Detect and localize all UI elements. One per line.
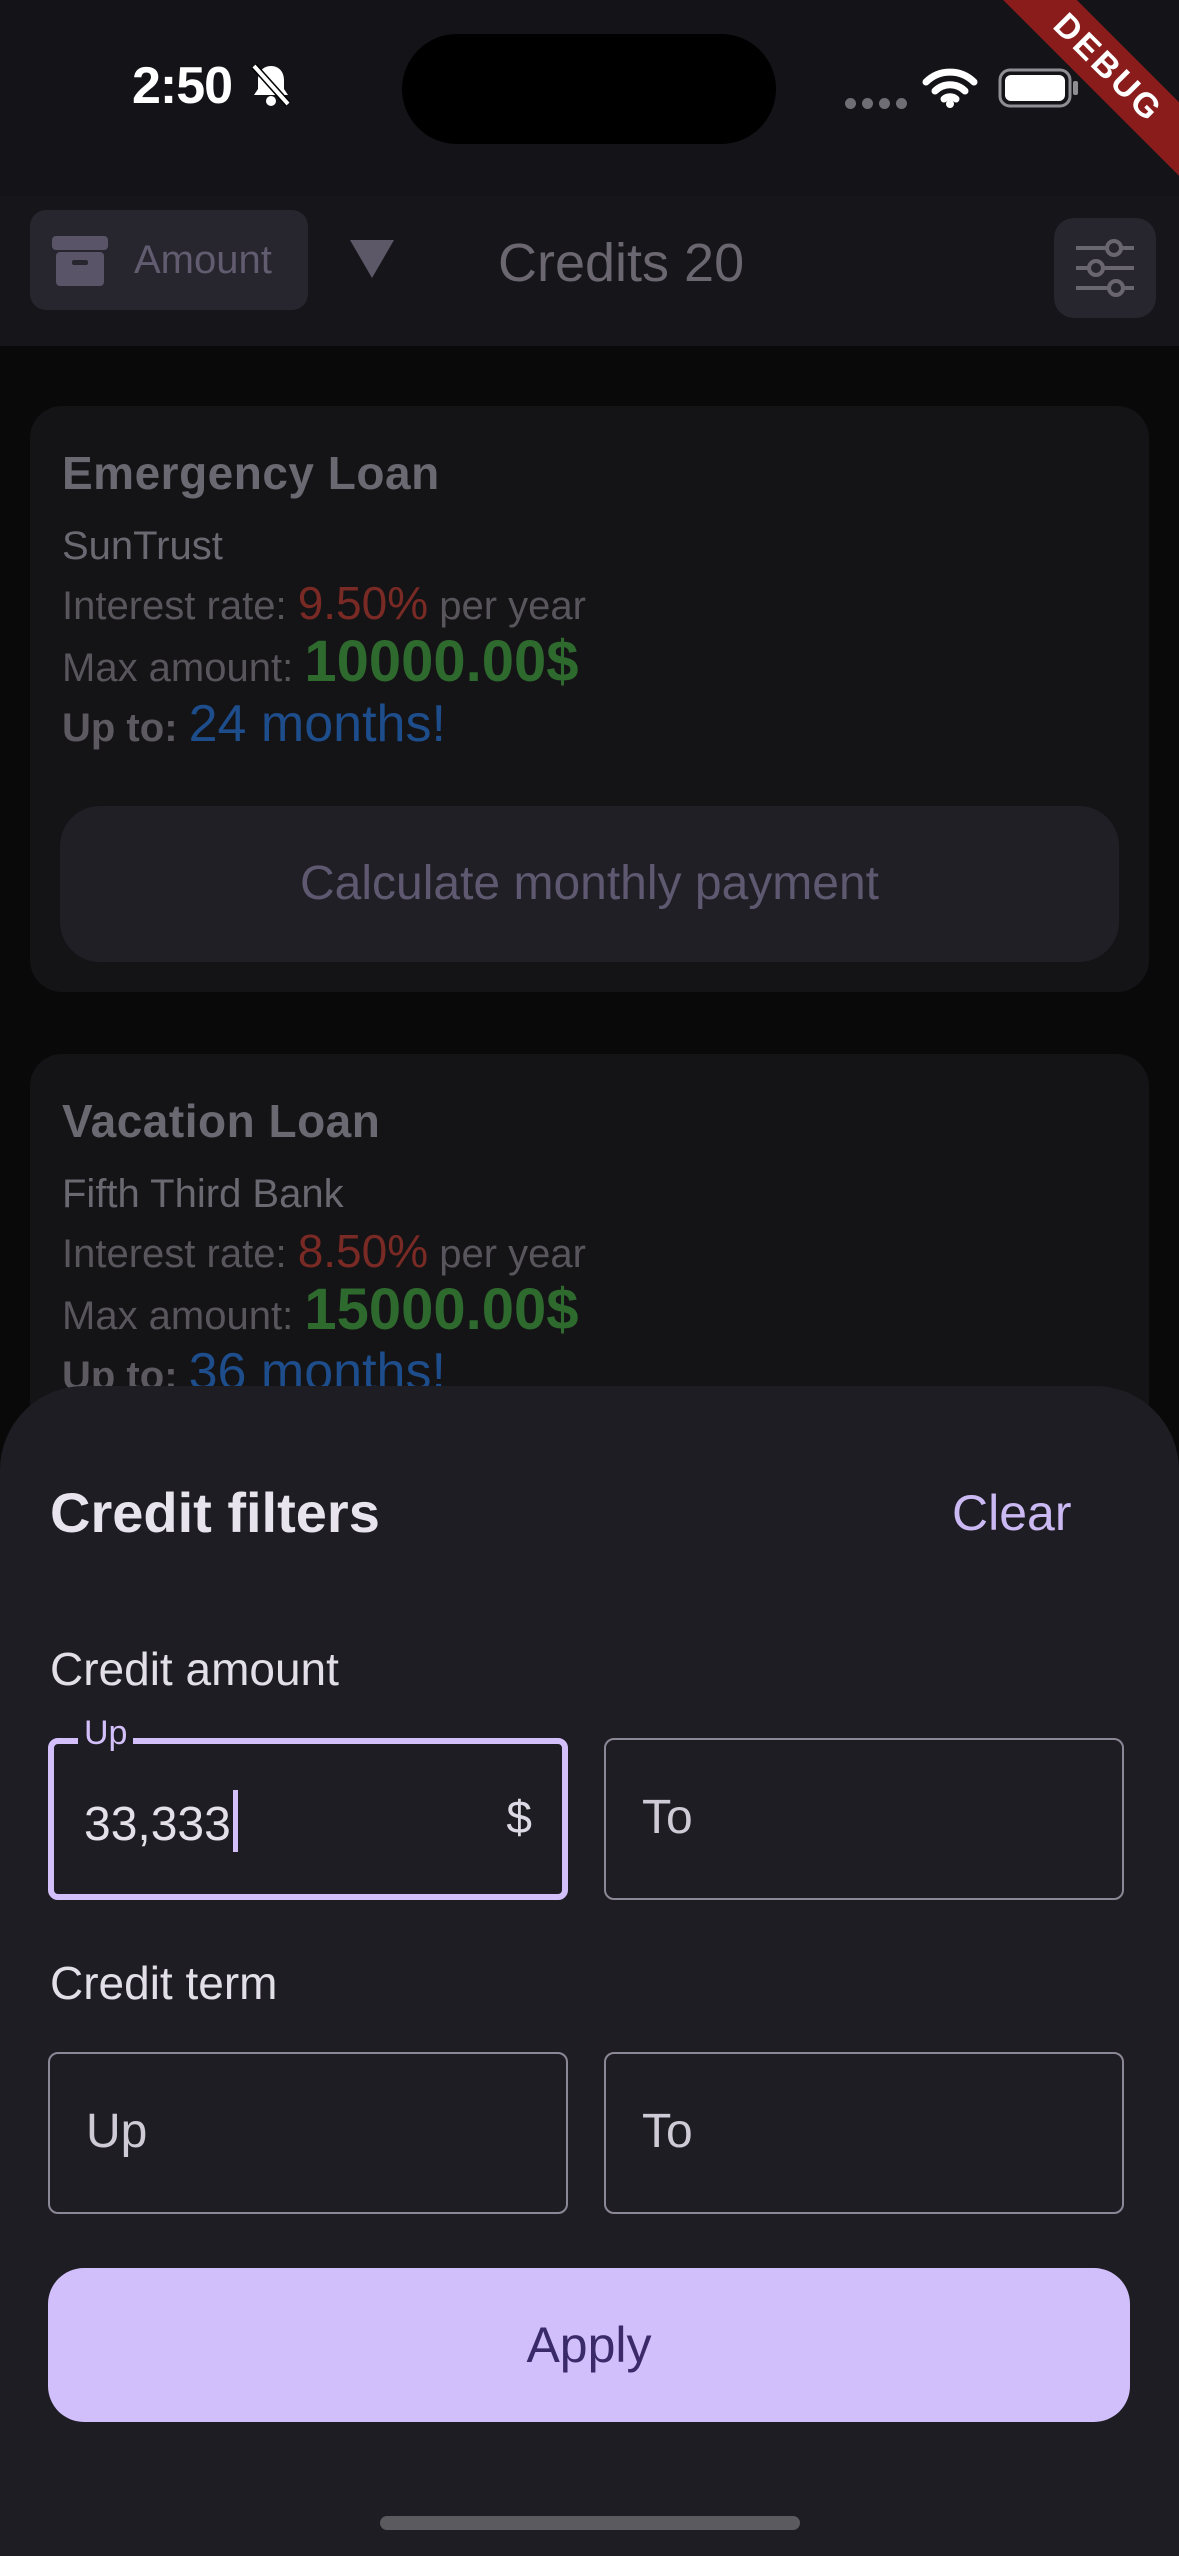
currency-suffix: $ [506,1791,532,1843]
home-indicator[interactable] [380,2516,800,2530]
loan-card: Emergency Loan SunTrust Interest rate: 9… [30,406,1149,992]
status-bar: 2:50 DEBUG [0,0,1179,189]
max-amount-line: Max amount: 15000.00$ [62,1276,579,1343]
max-amount-label: Max amount: [62,646,294,690]
max-amount-line: Max amount: 10000.00$ [62,628,579,695]
interest-rate-line: Interest rate: 9.50% per year [62,576,586,630]
term-value: 24 months! [188,695,446,753]
app-bar: Amount Credits 20 [0,196,1179,346]
text-cursor [232,1790,238,1852]
dynamic-island [402,34,776,144]
app-root: 2:50 DEBUG Amount Credits 20 Emergency L… [0,0,1179,2556]
amount-from-label: Up [78,1714,134,1753]
calculate-payment-label: Calculate monthly payment [300,857,879,910]
wifi-icon [922,68,978,113]
credit-term-label: Credit term [50,1957,278,2009]
sliders-icon [1076,239,1134,297]
interest-suffix: per year [439,1232,586,1276]
term-label: Up to: [62,706,178,750]
debug-banner: DEBUG [979,0,1179,200]
calculate-payment-button[interactable]: Calculate monthly payment [60,806,1119,962]
signal-dots-icon [845,96,913,114]
term-from-placeholder: Up [86,2105,148,2158]
term-from-field[interactable]: Up [48,2052,568,2214]
sort-direction-icon[interactable] [348,238,396,285]
amount-to-placeholder: To [642,1791,693,1844]
sheet-title: Credit filters [50,1481,380,1544]
max-amount-value: 10000.00$ [304,629,579,694]
debug-banner-label: DEBUG [987,0,1179,189]
amount-from-value: 33,333 [84,1790,238,1852]
sort-chip-label: Amount [134,238,272,282]
interest-rate-line: Interest rate: 8.50% per year [62,1224,586,1278]
bell-off-icon [250,62,292,113]
term-to-placeholder: To [642,2105,693,2158]
interest-suffix: per year [439,584,586,628]
term-line: Up to: 24 months! [62,694,446,754]
term-to-field[interactable]: To [604,2052,1124,2214]
amount-from-text: 33,333 [84,1798,231,1851]
clear-button[interactable]: Clear [952,1484,1071,1542]
interest-value: 9.50% [297,577,429,629]
status-time: 2:50 [132,57,233,115]
max-amount-label: Max amount: [62,1294,294,1338]
sort-by-amount-button[interactable]: Amount [30,210,308,310]
apply-button[interactable]: Apply [48,2268,1130,2422]
credit-amount-label: Credit amount [50,1643,339,1695]
filters-button[interactable] [1054,218,1156,318]
loan-title: Vacation Loan [62,1095,381,1147]
interest-label: Interest rate: [62,584,287,628]
page-title: Credits 20 [498,233,745,293]
max-amount-value: 15000.00$ [304,1277,579,1342]
apply-label: Apply [526,2317,652,2373]
interest-label: Interest rate: [62,1232,287,1276]
amount-to-field[interactable]: To [604,1738,1124,1900]
loan-title: Emergency Loan [62,447,440,499]
loan-bank: Fifth Third Bank [62,1172,344,1216]
interest-value: 8.50% [297,1225,429,1277]
amount-from-field[interactable]: Up 33,333 $ [48,1714,568,1900]
archive-icon [50,232,110,295]
credit-filters-sheet: Credit filters Clear Credit amount Up 33… [0,1386,1179,2556]
loan-bank: SunTrust [62,524,223,568]
